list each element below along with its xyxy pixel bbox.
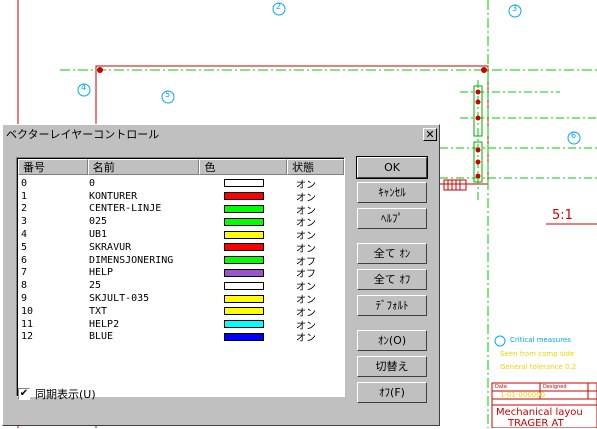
color-swatch bbox=[224, 217, 264, 226]
color-swatch bbox=[224, 281, 264, 290]
title-block-drawing-no: 1-01-000000 bbox=[500, 391, 546, 399]
layer-color-cell bbox=[200, 217, 288, 226]
color-swatch bbox=[224, 268, 264, 277]
note-critical: Critical measures bbox=[510, 336, 571, 344]
column-header-name[interactable]: 名前 bbox=[87, 159, 200, 175]
color-swatch bbox=[224, 332, 264, 341]
note-tolerance: General tolerance 0.2 bbox=[500, 363, 577, 371]
default-button[interactable]: ﾃﾞﾌｫﾙﾄ bbox=[357, 295, 427, 316]
color-swatch bbox=[224, 307, 264, 316]
layer-name: DIMENSJONERING bbox=[89, 254, 174, 266]
title-block-title-2: TRAGER AT bbox=[508, 418, 564, 429]
layer-number: 8 bbox=[21, 280, 28, 292]
color-swatch bbox=[224, 294, 264, 303]
ok-button[interactable]: OK bbox=[356, 156, 428, 179]
color-swatch bbox=[224, 230, 264, 239]
layer-color-cell bbox=[200, 281, 288, 290]
column-header-state[interactable]: 状態 bbox=[287, 159, 344, 175]
off-button[interactable]: ｵﾌ(F) bbox=[357, 382, 427, 403]
help-button[interactable]: ﾍﾙﾌﾟ bbox=[357, 208, 427, 229]
layer-number: 5 bbox=[21, 241, 28, 253]
note-seen-from: Seen from comp side bbox=[500, 350, 575, 358]
color-swatch bbox=[224, 320, 264, 329]
title-block-title-1: Mechanical layou bbox=[496, 407, 583, 418]
layer-name: 025 bbox=[89, 216, 108, 228]
layer-name: HELP bbox=[89, 267, 114, 279]
color-swatch bbox=[224, 204, 264, 213]
layer-color-cell bbox=[200, 204, 288, 213]
dialog-title: ベクターレイヤーコントロール bbox=[6, 128, 160, 141]
layer-number: 10 bbox=[21, 305, 34, 317]
layer-color-cell bbox=[200, 332, 288, 341]
balloon-3-label: 3 bbox=[512, 4, 518, 13]
layer-number: 2 bbox=[21, 203, 28, 215]
color-swatch bbox=[224, 256, 264, 265]
column-header-no[interactable]: 番号 bbox=[18, 159, 88, 175]
layer-list-header: 番号 名前 色 状態 bbox=[18, 159, 344, 175]
critical-marker-icon bbox=[494, 335, 506, 347]
layer-color-cell bbox=[200, 268, 288, 277]
layer-name: KONTURER bbox=[89, 190, 138, 202]
layer-name: SKJULT-035 bbox=[89, 293, 150, 305]
balloon-5-label: 5 bbox=[165, 90, 171, 99]
layer-name: TXT bbox=[89, 305, 108, 317]
layer-color-cell bbox=[200, 307, 288, 316]
color-swatch bbox=[224, 179, 264, 188]
sync-display-option[interactable]: ✔ 同期表示(U) bbox=[18, 386, 96, 402]
hatch-detail bbox=[443, 179, 467, 191]
layer-number: 12 bbox=[21, 331, 34, 343]
layer-name: 0 bbox=[89, 177, 96, 189]
all-off-button[interactable]: 全て ｵﾌ bbox=[357, 269, 427, 290]
color-swatch bbox=[224, 192, 264, 201]
column-header-color[interactable]: 色 bbox=[199, 159, 288, 175]
layer-list[interactable]: 番号 名前 色 状態 0 0 オン 1 KONTURER オン 2 CENTER-LINJE オ… bbox=[16, 157, 345, 397]
balloon-4-label: 4 bbox=[81, 83, 87, 92]
layer-number: 3 bbox=[21, 216, 28, 228]
layer-number: 4 bbox=[21, 229, 28, 241]
layer-number: 0 bbox=[21, 177, 28, 189]
layer-number: 11 bbox=[21, 318, 34, 330]
layer-row[interactable]: 12 BLUE オン bbox=[18, 331, 344, 344]
all-on-button[interactable]: 全て ｵﾝ bbox=[357, 243, 427, 264]
cancel-button[interactable]: ｷｬﾝｾﾙ bbox=[357, 182, 427, 203]
layer-number: 9 bbox=[21, 293, 28, 305]
layer-color-cell bbox=[200, 179, 288, 188]
layer-number: 6 bbox=[21, 254, 28, 266]
layer-color-cell bbox=[200, 294, 288, 303]
scale-label: 5:1 bbox=[552, 208, 573, 223]
close-button[interactable]: ✕ bbox=[423, 127, 437, 141]
balloon-6-label: 6 bbox=[571, 131, 577, 140]
layer-name: SKRAVUR bbox=[89, 241, 132, 253]
layer-name: UB1 bbox=[89, 229, 108, 241]
on-button[interactable]: ｵﾝ(O) bbox=[357, 330, 427, 351]
vector-layer-control-dialog: ベクターレイヤーコントロール ✕ 番号 名前 色 状態 0 0 オン 1 KONTURE… bbox=[2, 124, 440, 426]
layer-color-cell bbox=[200, 230, 288, 239]
layer-name: 25 bbox=[89, 280, 102, 292]
layer-number: 7 bbox=[21, 267, 28, 279]
title-block-designed-header: Designed bbox=[543, 384, 567, 390]
balloon-2-label: 2 bbox=[276, 2, 282, 11]
title-block-date-header: Date bbox=[495, 384, 507, 390]
layer-name: BLUE bbox=[89, 331, 114, 343]
layer-color-cell bbox=[200, 192, 288, 201]
layer-color-cell bbox=[200, 320, 288, 329]
sync-display-checkbox[interactable]: ✔ bbox=[18, 388, 30, 400]
layer-number: 1 bbox=[21, 190, 28, 202]
dialog-titlebar[interactable]: ベクターレイヤーコントロール ✕ bbox=[3, 125, 439, 143]
layer-state: オン bbox=[296, 333, 316, 345]
layer-color-cell bbox=[200, 256, 288, 265]
layer-color-cell bbox=[200, 243, 288, 252]
sync-display-label: 同期表示(U) bbox=[35, 388, 96, 401]
color-swatch bbox=[224, 243, 264, 252]
layer-rows: 0 0 オン 1 KONTURER オン 2 CENTER-LINJE オン 3 025 オン 4 UB1… bbox=[18, 175, 344, 345]
toggle-button[interactable]: 切替え bbox=[357, 356, 427, 377]
layer-name: CENTER-LINJE bbox=[89, 203, 162, 215]
layer-name: HELP2 bbox=[89, 318, 120, 330]
